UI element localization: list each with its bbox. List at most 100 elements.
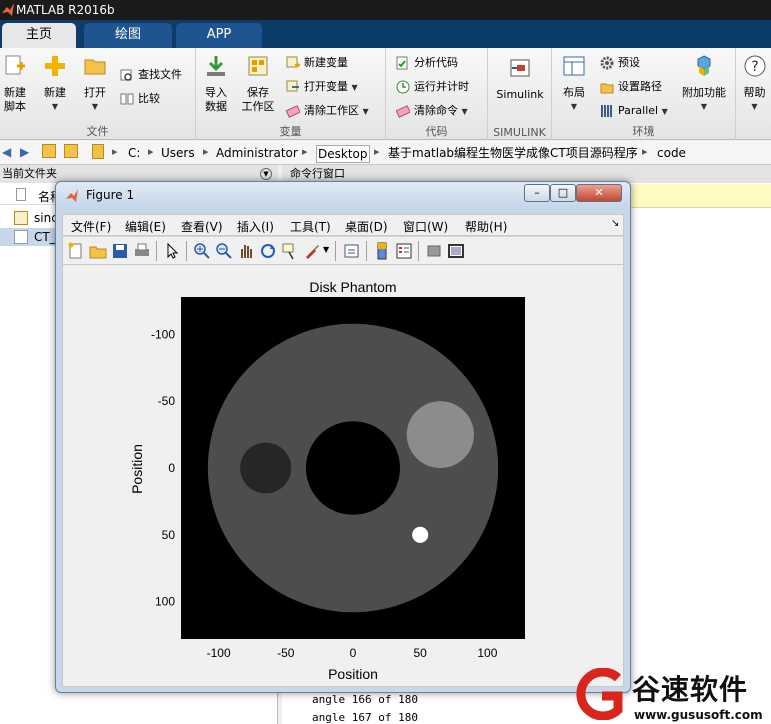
breadcrumb-administrator[interactable]: Administrator: [216, 145, 298, 161]
colorbar-icon[interactable]: [373, 242, 391, 260]
print-icon[interactable]: [133, 242, 151, 260]
phantom-image[interactable]: [181, 297, 525, 639]
breadcrumb-users[interactable]: Users: [161, 145, 195, 161]
open-file-icon[interactable]: [89, 242, 107, 260]
breadcrumb-code[interactable]: code: [657, 145, 686, 161]
eraser-icon: [286, 105, 300, 118]
dock-arrow-icon[interactable]: ↘: [611, 218, 619, 229]
menu-desktop[interactable]: 桌面(D): [345, 218, 388, 235]
panel-menu-icon[interactable]: ▼: [260, 168, 272, 180]
group-label-variable: 变量: [279, 125, 302, 138]
layout-button[interactable]: 布局 ▼: [558, 54, 590, 114]
menu-view[interactable]: 查看(V): [181, 218, 223, 235]
pointer-icon[interactable]: [163, 242, 181, 260]
forward-arrow-icon[interactable]: ▶: [20, 145, 29, 159]
new-figure-icon[interactable]: [67, 242, 85, 260]
parallel-dropdown-icon[interactable]: ▼: [662, 107, 668, 116]
clear-workspace-button[interactable]: 清除工作区 ▼: [286, 102, 369, 120]
find-files-label: 查找文件: [138, 68, 182, 81]
parallel-button[interactable]: Parallel ▼: [600, 102, 668, 120]
clear-workspace-dropdown-icon[interactable]: ▼: [363, 107, 369, 116]
breadcrumb-project-folder[interactable]: 基于matlab编程生物医学成像CT项目源码程序: [388, 145, 638, 161]
brush-icon[interactable]: [303, 242, 321, 260]
ribbon: 新建 脚本 新建 ▼ 打开 ▼ 查找文件 比较 文件 导入 数据 保存 工作区 …: [0, 48, 771, 140]
x-tick-label: 50: [414, 646, 428, 660]
phantom-shape: [305, 421, 401, 515]
menu-window[interactable]: 窗口(W): [403, 218, 448, 235]
show-tools-icon[interactable]: [447, 242, 465, 260]
simulink-icon: [510, 59, 530, 77]
breadcrumb-sep-icon: ▸: [148, 145, 154, 158]
menu-insert[interactable]: 插入(I): [237, 218, 274, 235]
layout-dropdown-icon: ▼: [570, 102, 578, 111]
breadcrumb-c[interactable]: C:: [128, 145, 140, 161]
open-variable-label: 打开变量: [304, 80, 348, 93]
new-script-button[interactable]: 新建 脚本: [0, 54, 30, 114]
toolbar-separator: [156, 241, 157, 261]
menu-edit[interactable]: 编辑(E): [125, 218, 166, 235]
run-and-time-button[interactable]: 运行并计时: [396, 78, 469, 96]
breadcrumb-sep-icon: ▸: [302, 145, 308, 158]
ribbon-group-code: 分析代码 运行并计时 清除命令 ▼ 代码: [386, 48, 488, 140]
close-button[interactable]: ✕: [576, 184, 622, 202]
add-ons-button[interactable]: 附加功能 ▼: [678, 54, 730, 114]
run-time-icon: [396, 80, 410, 94]
watermark: 谷速软件 www.gususoft.com: [574, 664, 771, 724]
clear-commands-dropdown-icon[interactable]: ▼: [462, 107, 468, 116]
data-cursor-icon[interactable]: [281, 242, 299, 260]
menu-file[interactable]: 文件(F): [71, 218, 111, 235]
legend-icon[interactable]: [395, 242, 413, 260]
import-label-2: 数据: [205, 100, 227, 113]
rotate-icon[interactable]: [259, 242, 277, 260]
save-icon[interactable]: [111, 242, 129, 260]
breadcrumb-sep-icon: ▸: [374, 145, 380, 158]
new-variable-button[interactable]: 新建变量: [286, 54, 348, 72]
folder-icon: [92, 144, 104, 159]
zoom-in-icon[interactable]: [193, 242, 211, 260]
link-plot-icon[interactable]: [343, 242, 361, 260]
browse-folder-icon[interactable]: [64, 144, 78, 158]
y-axis-label: Position: [129, 444, 145, 494]
pan-icon[interactable]: [237, 242, 255, 260]
open-variable-button[interactable]: 打开变量 ▼: [286, 78, 358, 96]
menu-help[interactable]: 帮助(H): [465, 218, 507, 235]
figure-titlebar[interactable]: Figure 1 – □ ✕: [56, 182, 630, 210]
save-label-1: 保存: [247, 86, 269, 99]
preferences-button[interactable]: 预设: [600, 54, 640, 72]
compare-button[interactable]: 比较: [120, 90, 160, 108]
tab-home[interactable]: 主页: [2, 23, 76, 48]
ribbon-group-file: 新建 脚本 新建 ▼ 打开 ▼ 查找文件 比较 文件: [0, 48, 196, 140]
back-arrow-icon[interactable]: ◀: [2, 145, 11, 159]
analyze-code-button[interactable]: 分析代码: [396, 54, 458, 72]
help-button[interactable]: ? 帮助 ▼: [738, 54, 771, 114]
new-script-icon: [5, 55, 25, 75]
menu-tools[interactable]: 工具(T): [290, 218, 331, 235]
open-dropdown-icon: ▼: [91, 102, 99, 111]
tab-plots[interactable]: 绘图: [84, 23, 172, 48]
folder-open-icon: [84, 59, 106, 75]
brush-dropdown-icon[interactable]: ▼: [323, 245, 329, 254]
new-script-label-2: 脚本: [4, 100, 26, 113]
find-files-button[interactable]: 查找文件: [120, 66, 182, 84]
simulink-button[interactable]: Simulink: [494, 56, 546, 102]
up-folder-icon[interactable]: [42, 144, 56, 158]
open-variable-dropdown-icon[interactable]: ▼: [352, 83, 358, 92]
command-output-line: angle 167 of 180: [312, 711, 418, 724]
app-title: MATLAB R2016b: [16, 3, 115, 17]
hide-tools-icon[interactable]: [425, 242, 443, 260]
group-label-file: 文件: [86, 125, 109, 138]
minimize-button[interactable]: –: [524, 184, 550, 202]
new-button[interactable]: 新建 ▼: [40, 54, 70, 114]
import-data-button[interactable]: 导入 数据: [200, 54, 232, 114]
import-icon: [207, 56, 225, 76]
phantom-shape: [412, 526, 429, 543]
save-workspace-button[interactable]: 保存 工作区: [238, 54, 278, 114]
maximize-button[interactable]: □: [550, 184, 576, 202]
clear-commands-button[interactable]: 清除命令 ▼: [396, 102, 468, 120]
open-button[interactable]: 打开 ▼: [80, 54, 110, 114]
add-ons-dropdown-icon: ▼: [700, 102, 708, 111]
zoom-out-icon[interactable]: [215, 242, 233, 260]
breadcrumb-desktop[interactable]: Desktop: [316, 145, 370, 163]
set-path-button[interactable]: 设置路径: [600, 78, 662, 96]
tab-apps[interactable]: APP: [176, 23, 262, 48]
